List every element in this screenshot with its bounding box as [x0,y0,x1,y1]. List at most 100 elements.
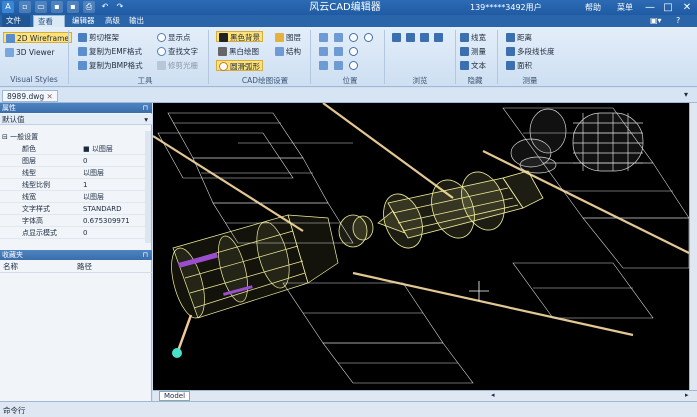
column-path[interactable]: 路径 [77,261,92,273]
property-row[interactable]: 线型 以图层 [0,167,145,179]
save-as-icon[interactable]: ▪ [67,1,79,13]
column-name[interactable]: 名称 [3,261,18,273]
zoom-realtime-icon[interactable] [349,61,358,70]
bookmark-icon[interactable] [434,33,443,42]
tab-output[interactable]: 输出 [125,15,148,27]
lineweight-button[interactable]: 线宽 [460,32,486,43]
tab-viewer[interactable]: 查看器 [33,15,65,38]
print-icon[interactable]: ⎙ [83,1,95,13]
ribbon-separator [310,30,311,84]
default-value-dropdown[interactable]: 默认值 ▾ [0,114,152,125]
copy-icon [78,61,87,70]
chevron-down-icon: ▾ [144,115,148,124]
favorites-columns: 名称 路径 [0,261,152,273]
black-background-button[interactable]: 黑色背景 [216,31,263,42]
zoom-out-icon[interactable] [364,33,373,42]
trim-raster-button[interactable]: 修剪光栅 [157,60,198,71]
property-row[interactable]: 线宽 以图层 [0,191,145,203]
drawing-canvas[interactable] [153,103,689,390]
collapse-icon[interactable]: ⊟ [2,133,8,141]
extents-icon[interactable] [334,47,343,56]
2d-wireframe-button[interactable]: 2D Wireframe [3,32,73,43]
forward-arrow-icon[interactable] [406,33,415,42]
zoom-window-icon[interactable] [334,33,343,42]
property-row[interactable]: 字体高 0.675309971 [0,215,145,227]
measure-toggle-button[interactable]: 测量 [460,46,486,57]
main-menu[interactable]: 菜单 [617,2,633,13]
tab-advanced[interactable]: 高级 [101,15,124,27]
model-tab[interactable]: Model [159,391,191,401]
help-menu[interactable]: 帮助 [585,2,601,13]
copy-icon [78,47,87,56]
left-panel: 属性 ⊓ 默认值 ▾ ⊟ 一般设置 颜色 ■ 以图层 图层 0 线型 以图层 线型比例 1 … [0,103,152,401]
document-tab[interactable]: 8989.dwg ✕ [2,90,58,102]
mirror-icon[interactable] [334,61,343,70]
structure-button[interactable]: 结构 [275,46,301,57]
group-label-position: 位置 [342,76,358,85]
clip-frame-button[interactable]: 剪切框架 [78,32,119,43]
clip-icon [78,33,87,42]
text-toggle-button[interactable]: 文本 [460,60,486,71]
property-section-header[interactable]: ⊟ 一般设置 [0,131,145,143]
layers-button[interactable]: 图层 [275,32,301,43]
open-folder-icon[interactable]: ▭ [35,1,47,13]
style-selector-icon[interactable]: ▣▾ [646,15,666,27]
redo-icon[interactable]: ↷ [114,1,126,13]
bw-icon [218,47,227,56]
favorites-header: 收藏夹 ⊓ [0,250,152,260]
app-logo-icon[interactable]: A [2,1,14,13]
property-row[interactable]: 线型比例 1 [0,179,145,191]
tab-editor[interactable]: 编辑器 [68,15,99,27]
close-button[interactable]: ✕ [679,1,695,14]
find-text-button[interactable]: 查找文字 [157,46,198,57]
copy-bmp-button[interactable]: 复制为BMP格式 [78,60,143,71]
property-row[interactable]: 图层 0 [0,155,145,167]
properties-scrollbar[interactable] [145,131,151,243]
find-icon [157,47,166,56]
tab-file[interactable]: 文件 [2,15,30,27]
undo-icon[interactable]: ↶ [99,1,111,13]
trim-icon [157,61,166,70]
black-white-button[interactable]: 黑白绘图 [218,46,259,57]
property-row[interactable]: 颜色 ■ 以图层 [0,143,145,155]
user-account[interactable]: 139*****3492用户 [470,2,542,13]
minimize-button[interactable]: — [642,1,658,14]
zoom-in-icon[interactable] [349,33,358,42]
property-row[interactable]: 文字样式 STANDARD [0,203,145,215]
copy-emf-button[interactable]: 复制为EMF格式 [78,46,142,57]
arc-icon [219,62,228,71]
back-arrow-icon[interactable] [392,33,401,42]
property-row[interactable]: 点显示模式 0 [0,227,145,239]
points-icon [157,33,166,42]
pan-icon[interactable] [319,33,328,42]
help-icon[interactable]: ? [672,15,684,27]
fit-icon[interactable] [319,47,328,56]
area-button[interactable]: 面积 [506,60,532,71]
new-file-icon[interactable]: ▫ [19,1,31,13]
vertical-scrollbar[interactable] [689,103,697,390]
close-tab-icon[interactable]: ✕ [47,92,53,101]
pin-icon[interactable]: ⊓ [143,103,148,113]
refresh-icon[interactable] [420,33,429,42]
distance-button[interactable]: 距离 [506,32,532,43]
maximize-button[interactable]: □ [660,1,676,14]
space-station-drawing [153,103,689,390]
pin-icon[interactable]: ⊓ [143,250,148,260]
rotate-icon[interactable] [319,61,328,70]
expand-icon[interactable]: ▾ [684,90,688,99]
zoom-previous-icon[interactable] [349,47,358,56]
scroll-left-icon[interactable]: ◂ [491,391,495,399]
command-line-bar[interactable]: 命令行 [0,401,697,417]
save-icon[interactable]: ▪ [51,1,63,13]
3d-viewer-button[interactable]: 3D Viewer [5,47,54,58]
horizontal-scrollbar[interactable]: Model ◂ ▸ [153,390,697,401]
wireframe-icon [6,34,15,43]
ribbon-separator [208,30,209,84]
arm-end-effector [172,348,182,358]
structure-icon [275,47,284,56]
show-points-button[interactable]: 显示点 [157,32,191,43]
polyline-length-button[interactable]: 多段线长度 [506,46,555,57]
ribbon: 2D Wireframe 3D Viewer Visual Styles 剪切框… [0,27,697,87]
scroll-right-icon[interactable]: ▸ [685,391,689,399]
smooth-arc-button[interactable]: 圆滑弧形 [216,60,263,71]
